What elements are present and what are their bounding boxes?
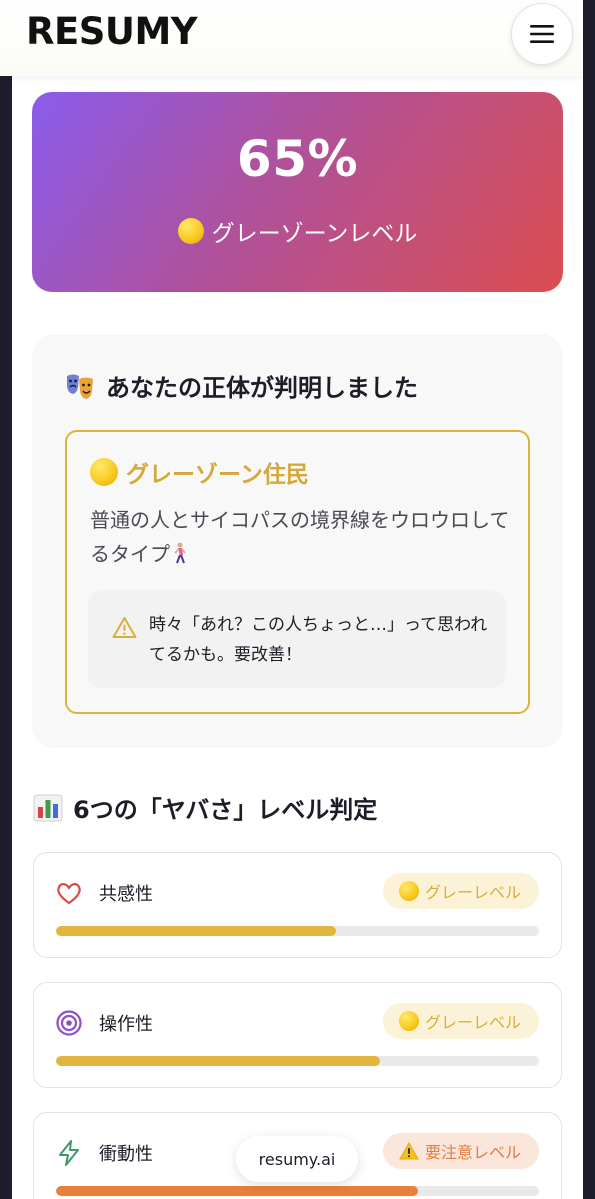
warning-triangle-icon: [112, 617, 137, 638]
yellow-circle-icon: [398, 1011, 419, 1031]
trait-level-badge: グレーレベル: [382, 873, 539, 909]
lightning-icon: [59, 1140, 79, 1166]
app-header: RESUMY: [0, 0, 583, 76]
trait-card-manipulation[interactable]: 操作性 グレーレベル: [33, 982, 562, 1088]
badge-label: グレーレベル: [424, 883, 521, 902]
hamburger-menu-icon: [530, 25, 554, 43]
trait-level-badge: 要注意レベル: [382, 1133, 539, 1169]
trait-card-empathy[interactable]: 共感性 グレーレベル: [33, 852, 562, 958]
trait-progress-fill: [56, 1186, 419, 1196]
score-level: グレーゾーンレベル: [32, 214, 563, 248]
warning-text: 時々「あれ？この人ちょっと…」って思われてるかも。要改善！: [149, 615, 488, 665]
trait-progress-fill: [56, 926, 337, 936]
traits-title: 6つの「ヤバさ」レベル判定: [73, 796, 378, 824]
identity-heading: あなたの正体が判明しました: [64, 368, 418, 403]
identity-title: あなたの正体が判明しました: [106, 374, 418, 402]
trait-progress-fill: [56, 1056, 380, 1066]
person-walking-icon: [174, 542, 186, 564]
yellow-circle-icon: [398, 881, 419, 901]
trait-progress-track: [56, 1056, 539, 1066]
trait-progress-track: [56, 1186, 539, 1196]
result-type-description: 普通の人とサイコパスの境界線をウロウロしてるタイプ: [90, 503, 510, 571]
description-text: 普通の人とサイコパスの境界線をウロウロしてるタイプ: [90, 508, 510, 566]
yellow-circle-icon: [90, 458, 118, 486]
theater-masks-icon: [67, 374, 93, 399]
result-type-heading: グレーゾーン住民: [90, 455, 309, 489]
result-type-name: グレーゾーン住民: [126, 462, 309, 488]
score-level-label: グレーゾーンレベル: [211, 221, 418, 247]
yellow-circle-icon: [177, 218, 204, 244]
trait-name: 共感性: [99, 884, 153, 905]
heart-icon: [57, 883, 81, 905]
menu-button[interactable]: [511, 3, 573, 65]
warning-icon: [399, 1142, 419, 1160]
score-card: [32, 92, 563, 292]
score-percent: 65%: [236, 130, 359, 188]
target-icon: [56, 1010, 82, 1036]
traits-heading: 6つの「ヤバさ」レベル判定: [33, 790, 377, 825]
trait-name: 衝動性: [99, 1144, 153, 1165]
trait-name: 操作性: [99, 1014, 153, 1035]
badge-label: 要注意レベル: [424, 1143, 521, 1162]
bar-chart-icon: [33, 794, 63, 821]
trait-level-badge: グレーレベル: [382, 1003, 539, 1039]
resumy-logo[interactable]: RESUMY: [26, 10, 198, 53]
domain-pill[interactable]: resumy.ai: [236, 1136, 358, 1182]
trait-progress-track: [56, 926, 539, 936]
badge-label: グレーレベル: [424, 1013, 521, 1032]
